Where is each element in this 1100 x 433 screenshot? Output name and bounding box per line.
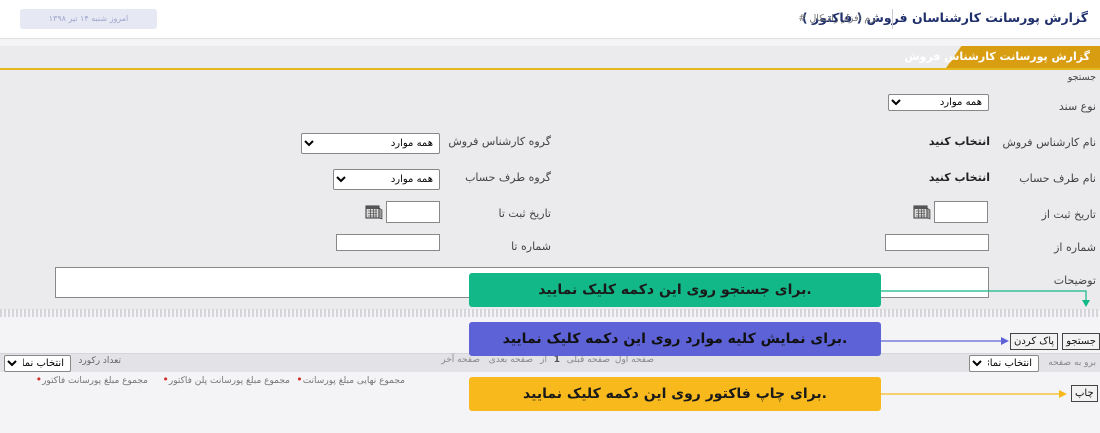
section-tab-label: گزارش پورسانت کارشناس فروش bbox=[904, 50, 1090, 63]
number-to-label: شماره تا bbox=[511, 240, 551, 253]
party-group-select[interactable]: همه موارد bbox=[333, 169, 440, 190]
date-from-input[interactable] bbox=[934, 201, 988, 223]
party-group-label: گروه طرف حساب bbox=[465, 171, 551, 184]
next-page-link[interactable]: صفحه بعدی bbox=[489, 355, 533, 365]
print-button[interactable]: چاپ bbox=[1071, 385, 1098, 402]
arrow-right-icon bbox=[881, 337, 1009, 345]
arrow-right-icon bbox=[881, 290, 1090, 307]
legend-invoice-commission: •مجموع مبلغ پورسانت فاکتور bbox=[35, 373, 148, 386]
expert-name-label: نام کارشناس فروش bbox=[1002, 136, 1097, 149]
legend-plan-commission-text: مجموع مبلغ پورسانت پلن فاکتور bbox=[168, 376, 290, 386]
legend-invoice-commission-text: مجموع مبلغ پورسانت فاکتور bbox=[42, 376, 148, 386]
last-page-link[interactable]: صفحه آخر bbox=[441, 355, 480, 365]
clear-button[interactable]: پاک کردن bbox=[1010, 333, 1059, 350]
go-to-page-select[interactable]: انتخاب نمائید bbox=[969, 355, 1039, 372]
expert-group-label: گروه کارشناس فروش bbox=[448, 135, 551, 148]
legend-final-commission-text: مجموع نهایی مبلغ پورسانت bbox=[302, 376, 405, 386]
date-badge: امروز شنبه ۱۴ تیر ۱۳۹۸ bbox=[20, 9, 157, 29]
record-count-select[interactable]: انتخاب نمائید bbox=[4, 355, 71, 372]
breadcrumb[interactable]: # نرم افزار رادیکال bbox=[798, 13, 878, 24]
number-to-input[interactable] bbox=[336, 234, 440, 251]
number-from-label: شماره از bbox=[1054, 241, 1096, 254]
prev-page-link[interactable]: صفحه قبلی bbox=[567, 355, 610, 365]
date-from-label: تاریخ ثبت از bbox=[1041, 208, 1096, 221]
calendar-icon[interactable] bbox=[913, 204, 931, 220]
expert-select-link[interactable]: انتخاب کنید bbox=[929, 135, 990, 148]
search-section-label: جستجو bbox=[1067, 72, 1096, 83]
form-divider bbox=[0, 309, 1100, 317]
doc-type-label: نوع سند bbox=[1058, 100, 1096, 113]
expert-group-select[interactable]: همه موارد bbox=[301, 133, 440, 154]
date-to-label: تاریخ ثبت تا bbox=[498, 207, 551, 220]
current-page-number: 1 bbox=[553, 355, 560, 365]
of-label: از bbox=[540, 355, 547, 365]
arrow-right-icon bbox=[881, 390, 1067, 398]
date-to-input[interactable] bbox=[386, 201, 440, 223]
show-all-hint-callout: برای نمایش کلیه موارد روی این دکمه کلیک … bbox=[469, 322, 881, 356]
search-hint-callout: برای جستجو روی این دکمه کلیک نمایید. bbox=[469, 273, 881, 307]
party-select-link[interactable]: انتخاب کنید bbox=[929, 171, 990, 184]
legend-plan-commission: •مجموع مبلغ پورسانت پلن فاکتور bbox=[162, 373, 290, 386]
doc-type-select[interactable]: همه موارد bbox=[888, 94, 989, 111]
first-page-link[interactable]: صفحه اول bbox=[615, 355, 654, 365]
search-button[interactable]: جستجو bbox=[1062, 333, 1100, 350]
calendar-icon[interactable] bbox=[365, 204, 383, 220]
go-to-page-label: برو به صفحه bbox=[1048, 358, 1096, 368]
party-name-label: نام طرف حساب bbox=[1019, 172, 1096, 185]
legend-final-commission: •مجموع نهایی مبلغ پورسانت bbox=[296, 373, 405, 386]
title-divider bbox=[892, 9, 893, 29]
print-hint-callout: برای چاپ فاکتور روی این دکمه کلیک نمایید… bbox=[469, 377, 881, 411]
number-from-input[interactable] bbox=[885, 234, 989, 251]
tab-underline bbox=[0, 68, 1100, 70]
record-count-label: تعداد رکورد bbox=[78, 356, 121, 366]
